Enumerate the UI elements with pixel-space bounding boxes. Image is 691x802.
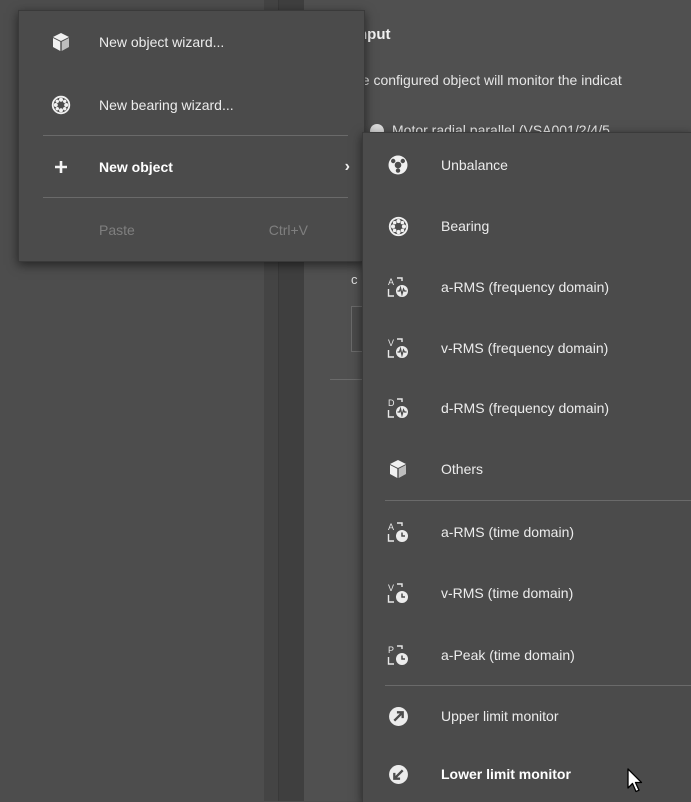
menu-item-label: New object wizard...	[99, 34, 225, 50]
bearing-icon	[387, 215, 409, 237]
svg-text:A: A	[388, 522, 394, 532]
bearing-icon	[51, 95, 71, 115]
mouse-pointer-icon	[627, 768, 643, 793]
svg-text:V: V	[388, 338, 394, 348]
menu-item-label: d-RMS (frequency domain)	[441, 400, 610, 416]
d-freq-icon: D	[387, 397, 409, 419]
submenu-item-bearing[interactable]: Bearing	[363, 196, 691, 256]
svg-text:A: A	[388, 277, 394, 287]
a-freq-icon: A	[387, 276, 409, 298]
svg-text:P: P	[388, 645, 394, 655]
p-time-icon: P	[387, 644, 409, 666]
new-object-submenu: Unbalance Bearing A a-RMS (frequency dom…	[362, 132, 691, 802]
menu-item-label: Paste	[99, 221, 135, 238]
chevron-right-icon: ›	[344, 157, 350, 175]
submenu-item-v-rms-time[interactable]: V v-RMS (time domain)	[363, 562, 691, 624]
menu-item-label: Others	[441, 461, 484, 477]
context-menu: New object wizard... New bearing wizard.…	[18, 10, 365, 262]
menu-item-label: New bearing wizard...	[99, 96, 234, 113]
paste-item: Paste Ctrl+V	[19, 198, 364, 261]
submenu-item-a-rms-time[interactable]: A a-RMS (time domain)	[363, 501, 691, 562]
v-time-icon: V	[387, 582, 409, 604]
new-object-item[interactable]: New object ›	[19, 136, 364, 197]
submenu-item-d-rms-freq[interactable]: D d-RMS (frequency domain)	[363, 378, 691, 438]
lower-limit-icon	[387, 763, 409, 785]
menu-item-label: v-RMS (frequency domain)	[441, 339, 609, 356]
menu-item-label: Upper limit monitor	[441, 708, 559, 724]
truncated-label: c	[351, 272, 358, 287]
submenu-item-others[interactable]: Others	[363, 438, 691, 500]
submenu-item-a-peak-time[interactable]: P a-Peak (time domain)	[363, 624, 691, 685]
menu-item-label: a-RMS (frequency domain)	[441, 278, 610, 295]
menu-item-label: Lower limit monitor	[441, 766, 571, 782]
menu-item-label: New object	[99, 158, 173, 175]
unbalance-icon	[387, 154, 409, 176]
upper-limit-icon	[387, 705, 409, 727]
menu-item-label: Unbalance	[441, 156, 508, 173]
submenu-item-unbalance[interactable]: Unbalance	[363, 133, 691, 196]
menu-item-label: Bearing	[441, 218, 490, 234]
a-time-icon: A	[387, 521, 409, 543]
svg-text:V: V	[388, 583, 394, 593]
new-bearing-wizard-item[interactable]: New bearing wizard...	[19, 73, 364, 136]
svg-text:D: D	[388, 398, 395, 408]
plus-icon	[51, 157, 71, 177]
v-freq-icon: V	[387, 337, 409, 359]
cube-icon	[51, 32, 71, 52]
menu-item-label: v-RMS (time domain)	[441, 585, 574, 601]
shortcut-label: Ctrl+V	[268, 221, 308, 238]
submenu-item-v-rms-freq[interactable]: V v-RMS (frequency domain)	[363, 317, 691, 378]
submenu-item-upper-limit[interactable]: Upper limit monitor	[363, 686, 691, 746]
new-object-wizard-item[interactable]: New object wizard...	[19, 11, 364, 73]
menu-item-label: a-RMS (time domain)	[441, 523, 575, 540]
cube-icon	[387, 458, 409, 480]
section-description: ne configured object will monitor the in…	[354, 72, 622, 88]
menu-item-label: a-Peak (time domain)	[441, 646, 575, 663]
submenu-item-a-rms-freq[interactable]: A a-RMS (frequency domain)	[363, 256, 691, 317]
